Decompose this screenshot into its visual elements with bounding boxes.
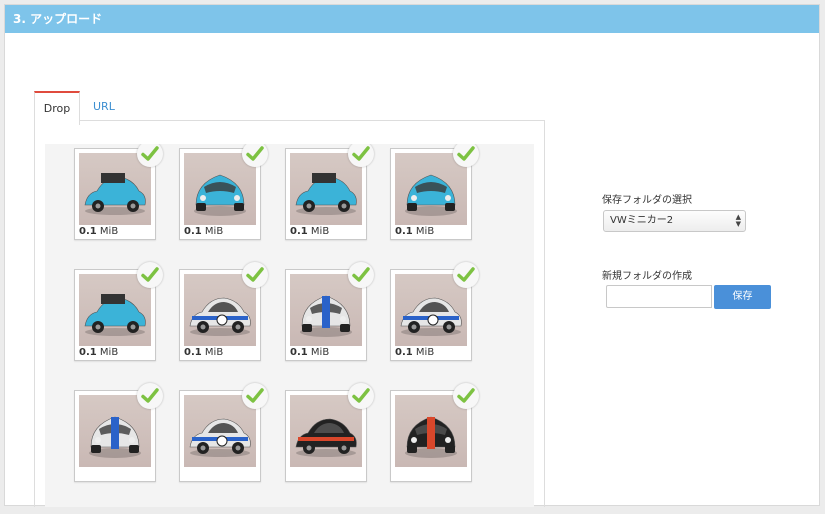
file-size-value: 0.1 [79, 226, 97, 237]
file-size: 0.1 MiB [395, 226, 434, 238]
file-size-value: 0.1 [79, 347, 97, 358]
file-size-value: 0.1 [184, 226, 202, 237]
file-card[interactable]: 0.1 MiB [74, 144, 163, 240]
folder-select[interactable]: VWミニカー2 ▲ ▼ [603, 210, 746, 232]
save-button[interactable]: 保存 [714, 285, 771, 309]
checkmark-icon [453, 383, 479, 409]
file-size: 0.1 MiB [184, 347, 223, 359]
checkmark-icon [242, 144, 268, 167]
folder-select-label: 保存フォルダの選択 [602, 195, 692, 206]
checkmark-icon [348, 262, 374, 288]
file-size-value: 0.1 [395, 226, 413, 237]
file-size-unit: MiB [415, 226, 435, 237]
checkmark-icon [242, 262, 268, 288]
file-card[interactable]: 0.1 MiB [179, 144, 268, 240]
drop-zone[interactable]: 0.1 MiB 0.1 MiB 0.1 MiB 0.1 MiB 0.1 MiB 0.1 M… [45, 144, 534, 507]
file-size-value: 0.1 [290, 347, 308, 358]
file-card[interactable]: 0.1 MiB [285, 144, 374, 240]
file-size: 0.1 MiB [184, 226, 223, 238]
file-card[interactable] [285, 383, 374, 482]
file-card[interactable]: 0.1 MiB [390, 144, 479, 240]
file-size: 0.1 MiB [79, 347, 118, 359]
file-card[interactable] [179, 383, 268, 482]
file-size-unit: MiB [310, 226, 330, 237]
file-size-unit: MiB [310, 347, 330, 358]
tab-content: 0.1 MiB 0.1 MiB 0.1 MiB 0.1 MiB 0.1 MiB 0.1 M… [34, 120, 545, 507]
section-header: 3. アップロード [5, 5, 819, 33]
checkmark-icon [137, 262, 163, 288]
checkmark-icon [348, 383, 374, 409]
file-size-unit: MiB [204, 347, 224, 358]
select-arrows-icon: ▲ ▼ [735, 213, 741, 228]
file-size-value: 0.1 [290, 226, 308, 237]
folder-select-value: VWミニカー2 [610, 215, 674, 226]
file-size-value: 0.1 [184, 347, 202, 358]
checkmark-icon [137, 383, 163, 409]
file-size: 0.1 MiB [290, 226, 329, 238]
file-card[interactable] [74, 383, 163, 482]
file-size-unit: MiB [99, 347, 119, 358]
upload-panel: 3. アップロード Drop URL 0.1 MiB 0.1 MiB 0.1 MiB… [4, 4, 820, 507]
tab-drop[interactable]: Drop [34, 91, 80, 125]
file-size: 0.1 MiB [290, 347, 329, 359]
file-size-unit: MiB [99, 226, 119, 237]
file-card[interactable] [390, 383, 479, 482]
file-card[interactable]: 0.1 MiB [74, 262, 163, 361]
file-size-value: 0.1 [395, 347, 413, 358]
file-card[interactable]: 0.1 MiB [390, 262, 479, 361]
file-size-unit: MiB [204, 226, 224, 237]
file-size: 0.1 MiB [79, 226, 118, 238]
file-size-unit: MiB [415, 347, 435, 358]
checkmark-icon [137, 144, 163, 167]
file-size: 0.1 MiB [395, 347, 434, 359]
file-card[interactable]: 0.1 MiB [179, 262, 268, 361]
checkmark-icon [453, 144, 479, 167]
new-folder-label: 新規フォルダの作成 [602, 271, 692, 282]
new-folder-input[interactable] [606, 285, 712, 308]
checkmark-icon [348, 144, 374, 167]
file-card[interactable]: 0.1 MiB [285, 262, 374, 361]
checkmark-icon [453, 262, 479, 288]
checkmark-icon [242, 383, 268, 409]
